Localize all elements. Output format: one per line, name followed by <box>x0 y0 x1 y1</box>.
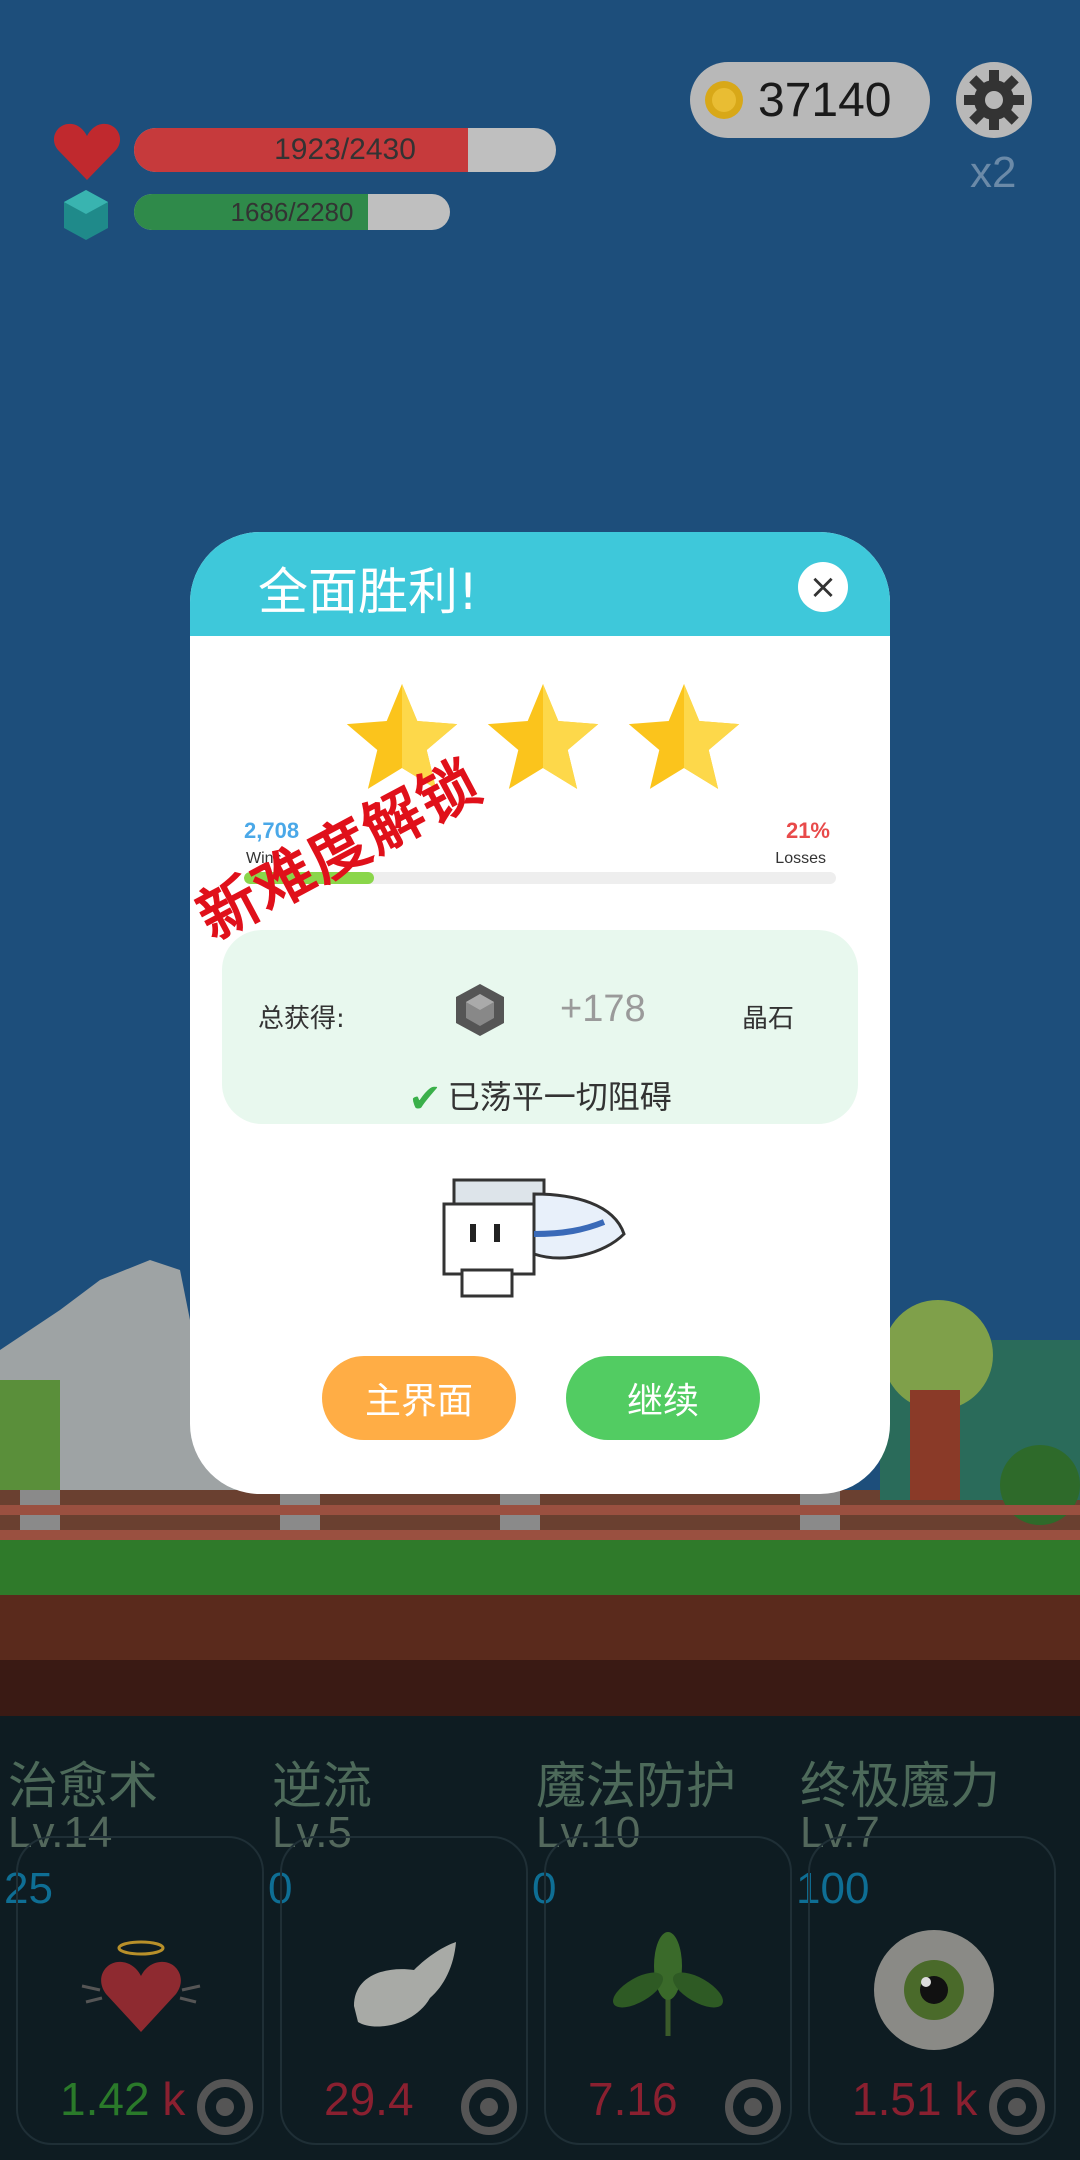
reward-label: 总获得: <box>258 1004 345 1034</box>
skill-cost: 29.4 <box>324 2072 414 2126</box>
ground-grass <box>0 1540 1080 1600</box>
crystal-icon <box>456 984 504 1036</box>
skill-cost-unit: k <box>954 2073 978 2125</box>
dialog-header: 全面胜利! × <box>190 532 890 636</box>
reward-unit: 晶石 <box>742 1004 795 1034</box>
coin-amount: 37140 <box>758 73 892 127</box>
skill-cost-value: 1.42 <box>60 2073 150 2125</box>
skill-cost-unit: k <box>162 2073 186 2125</box>
skill-cost-value: 29.4 <box>324 2073 414 2125</box>
skill-cost-value: 7.16 <box>588 2073 678 2125</box>
dialog-title: 全面胜利! <box>258 563 479 621</box>
gear-icon[interactable] <box>956 62 1032 138</box>
leaf-icon <box>613 1932 723 2036</box>
skill-magic-shield[interactable]: 魔法防护 Lv.10 0 7.16 <box>528 1716 792 2160</box>
skill-heal[interactable]: 治愈术 Lv.14 25 1.42 k <box>0 1716 264 2160</box>
skill-cost: 7.16 <box>588 2072 678 2126</box>
winged-heart-icon <box>81 1940 201 2032</box>
mana-text: 1686/2280 <box>230 196 354 227</box>
wing-icon <box>354 1942 456 2027</box>
reward-amount: +178 <box>560 988 646 1030</box>
gem-icon <box>64 190 108 240</box>
ground-shadow <box>0 1660 1080 1720</box>
skill-cost: 1.51 k <box>852 2072 977 2126</box>
cleared-text: 已荡平一切阻碍 <box>447 1078 672 1116</box>
skill-cost: 1.42 k <box>60 2072 185 2126</box>
star-highlight <box>684 684 740 789</box>
close-button[interactable]: × <box>798 562 848 612</box>
health-bar: 1923/2430 <box>134 128 556 172</box>
speed-multiplier[interactable]: x2 <box>970 148 1016 198</box>
losses-label: Losses <box>775 850 826 867</box>
victory-dialog: 全面胜利! × 2,708 Wins 21% Losses 总获得: +178 … <box>190 532 890 1494</box>
skill-ultimate-mana[interactable]: 终极魔力 Lv.7 100 1.51 k <box>792 1716 1056 2160</box>
checkmark-icon: ✔ <box>408 1076 442 1122</box>
mana-bar: 1686/2280 <box>134 194 450 230</box>
game-scene: 1923/2430 1686/2280 37140 x2 治愈术 Lv.14 2… <box>0 0 1080 2160</box>
upgrade-icon <box>461 2079 517 2135</box>
star-highlight <box>543 684 599 789</box>
coin-icon <box>705 81 743 119</box>
health-text: 1923/2430 <box>274 133 416 166</box>
character-sprite <box>442 1178 626 1298</box>
continue-button[interactable]: 继续 <box>566 1356 760 1440</box>
upgrade-icon <box>725 2079 781 2135</box>
upgrade-icon <box>197 2079 253 2135</box>
skill-counterflow[interactable]: 逆流 Lv.5 0 29.4 <box>264 1716 528 2160</box>
eye-icon <box>874 1930 994 2050</box>
reward-box: 总获得: +178 晶石 ✔ 已荡平一切阻碍 <box>222 930 858 1124</box>
coin-counter: 37140 <box>690 62 930 138</box>
main-menu-button[interactable]: 主界面 <box>322 1356 516 1440</box>
skill-cost-value: 1.51 <box>852 2073 942 2125</box>
losses-value: 21% <box>785 818 830 843</box>
upgrade-icon <box>989 2079 1045 2135</box>
cleared-status: ✔ 已荡平一切阻碍 <box>222 1072 858 1122</box>
heart-icon <box>53 123 121 180</box>
